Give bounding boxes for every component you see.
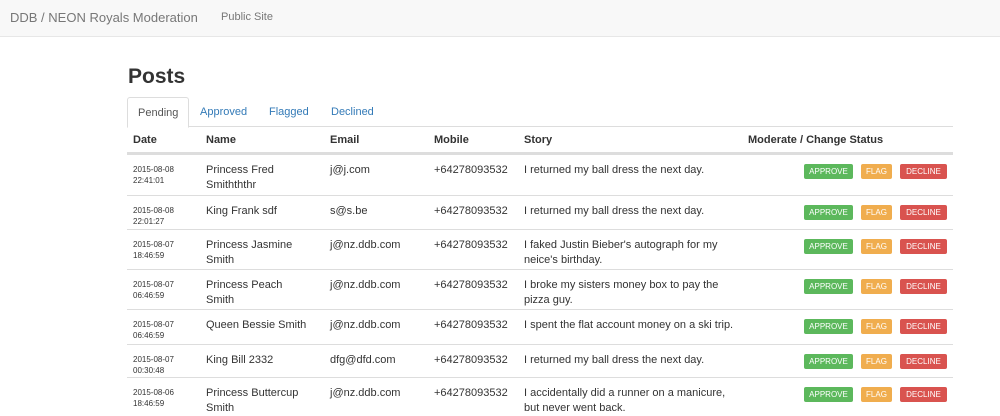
row-email: j@nz.ddb.com <box>330 319 401 331</box>
row-name: Princess Jasmine Smith <box>206 239 293 266</box>
row-date: 2015-08-07 06:46:59 <box>133 320 174 340</box>
row-mobile: +64278093532 <box>434 279 508 291</box>
table-row: 2015-08-08 22:41:01 Princess Fred Smitht… <box>127 154 953 195</box>
flag-button[interactable]: FLAG <box>861 319 892 334</box>
decline-button[interactable]: DECLINE <box>900 279 947 294</box>
approve-button[interactable]: APPROVE <box>804 164 853 179</box>
row-name: Princess Buttercup Smith <box>206 387 299 414</box>
table-row: 2015-08-07 06:46:59 Princess Peach Smith… <box>127 269 953 309</box>
table-row: 2015-08-08 22:01:27 King Frank sdf s@s.b… <box>127 195 953 229</box>
row-date: 2015-08-08 22:41:01 <box>133 165 174 185</box>
decline-button[interactable]: DECLINE <box>900 239 947 254</box>
public-site-link[interactable]: Public Site <box>221 11 273 23</box>
flag-button[interactable]: FLAG <box>861 205 892 220</box>
column-header-moderate: Moderate / Change Status <box>748 134 884 146</box>
row-date: 2015-08-07 18:46:59 <box>133 240 174 260</box>
row-story: I broke my sisters money box to pay the … <box>524 279 719 306</box>
row-email: dfg@dfd.com <box>330 354 396 366</box>
tab-declined[interactable]: Declined <box>331 97 374 127</box>
table-row: 2015-08-07 00:30:48 King Bill 2332 dfg@d… <box>127 344 953 377</box>
tab-pending[interactable]: Pending <box>127 97 190 128</box>
approve-button[interactable]: APPROVE <box>804 387 853 402</box>
row-story: I spent the flat account money on a ski … <box>524 319 734 331</box>
row-mobile: +64278093532 <box>434 164 508 176</box>
table-row: 2015-08-07 06:46:59 Queen Bessie Smith j… <box>127 309 953 344</box>
row-mobile: +64278093532 <box>434 239 508 251</box>
row-story: I returned my ball dress the next day. <box>524 354 705 366</box>
row-email: j@j.com <box>330 164 370 176</box>
row-story: I accidentally did a runner on a manicur… <box>524 387 726 414</box>
row-name: King Frank sdf <box>206 205 277 217</box>
row-name: Queen Bessie Smith <box>206 319 307 331</box>
approve-button[interactable]: APPROVE <box>804 319 853 334</box>
row-story: I returned my ball dress the next day. <box>524 164 705 176</box>
row-mobile: +64278093532 <box>434 387 508 399</box>
row-name: Princess Peach Smith <box>206 279 283 306</box>
decline-button[interactable]: DECLINE <box>900 164 947 179</box>
decline-button[interactable]: DECLINE <box>900 387 947 402</box>
column-header-email: Email <box>330 134 360 146</box>
table-row: 2015-08-07 18:46:59 Princess Jasmine Smi… <box>127 229 953 269</box>
column-header-mobile: Mobile <box>434 134 469 146</box>
row-date: 2015-08-08 22:01:27 <box>133 206 174 226</box>
approve-button[interactable]: APPROVE <box>804 239 853 254</box>
row-email: j@nz.ddb.com <box>330 387 401 399</box>
row-mobile: +64278093532 <box>434 319 508 331</box>
row-email: j@nz.ddb.com <box>330 279 401 291</box>
row-email: j@nz.ddb.com <box>330 239 401 251</box>
tab-approved[interactable]: Approved <box>200 97 247 127</box>
column-header-story: Story <box>524 134 553 146</box>
decline-button[interactable]: DECLINE <box>900 205 947 220</box>
flag-button[interactable]: FLAG <box>861 239 892 254</box>
row-name: King Bill 2332 <box>206 354 274 366</box>
row-email: s@s.be <box>330 205 368 217</box>
approve-button[interactable]: APPROVE <box>804 205 853 220</box>
brand-link[interactable]: DDB / NEON Royals Moderation <box>10 10 198 25</box>
table-header: Date Name Email Mobile Story Moderate / … <box>127 127 953 154</box>
decline-button[interactable]: DECLINE <box>900 319 947 334</box>
row-mobile: +64278093532 <box>434 354 508 366</box>
row-story: I returned my ball dress the next day. <box>524 205 705 217</box>
column-header-date: Date <box>133 134 157 146</box>
flag-button[interactable]: FLAG <box>861 279 892 294</box>
tab-flagged[interactable]: Flagged <box>269 97 309 127</box>
flag-button[interactable]: FLAG <box>861 387 892 402</box>
row-date: 2015-08-07 00:30:48 <box>133 355 174 375</box>
flag-button[interactable]: FLAG <box>861 164 892 179</box>
row-name: Princess Fred Smithththr <box>206 164 274 191</box>
decline-button[interactable]: DECLINE <box>900 354 947 369</box>
approve-button[interactable]: APPROVE <box>804 354 853 369</box>
row-date: 2015-08-06 18:46:59 <box>133 388 174 408</box>
navbar: DDB / NEON Royals Moderation Public Site <box>0 0 1000 37</box>
table-row: 2015-08-06 18:46:59 Princess Buttercup S… <box>127 377 953 414</box>
row-story: I faked Justin Bieber's autograph for my… <box>524 239 718 266</box>
row-mobile: +64278093532 <box>434 205 508 217</box>
flag-button[interactable]: FLAG <box>861 354 892 369</box>
row-date: 2015-08-07 06:46:59 <box>133 280 174 300</box>
page-title: Posts <box>128 65 186 88</box>
approve-button[interactable]: APPROVE <box>804 279 853 294</box>
column-header-name: Name <box>206 134 236 146</box>
status-tabs: Pending Approved Flagged Declined <box>127 97 953 128</box>
